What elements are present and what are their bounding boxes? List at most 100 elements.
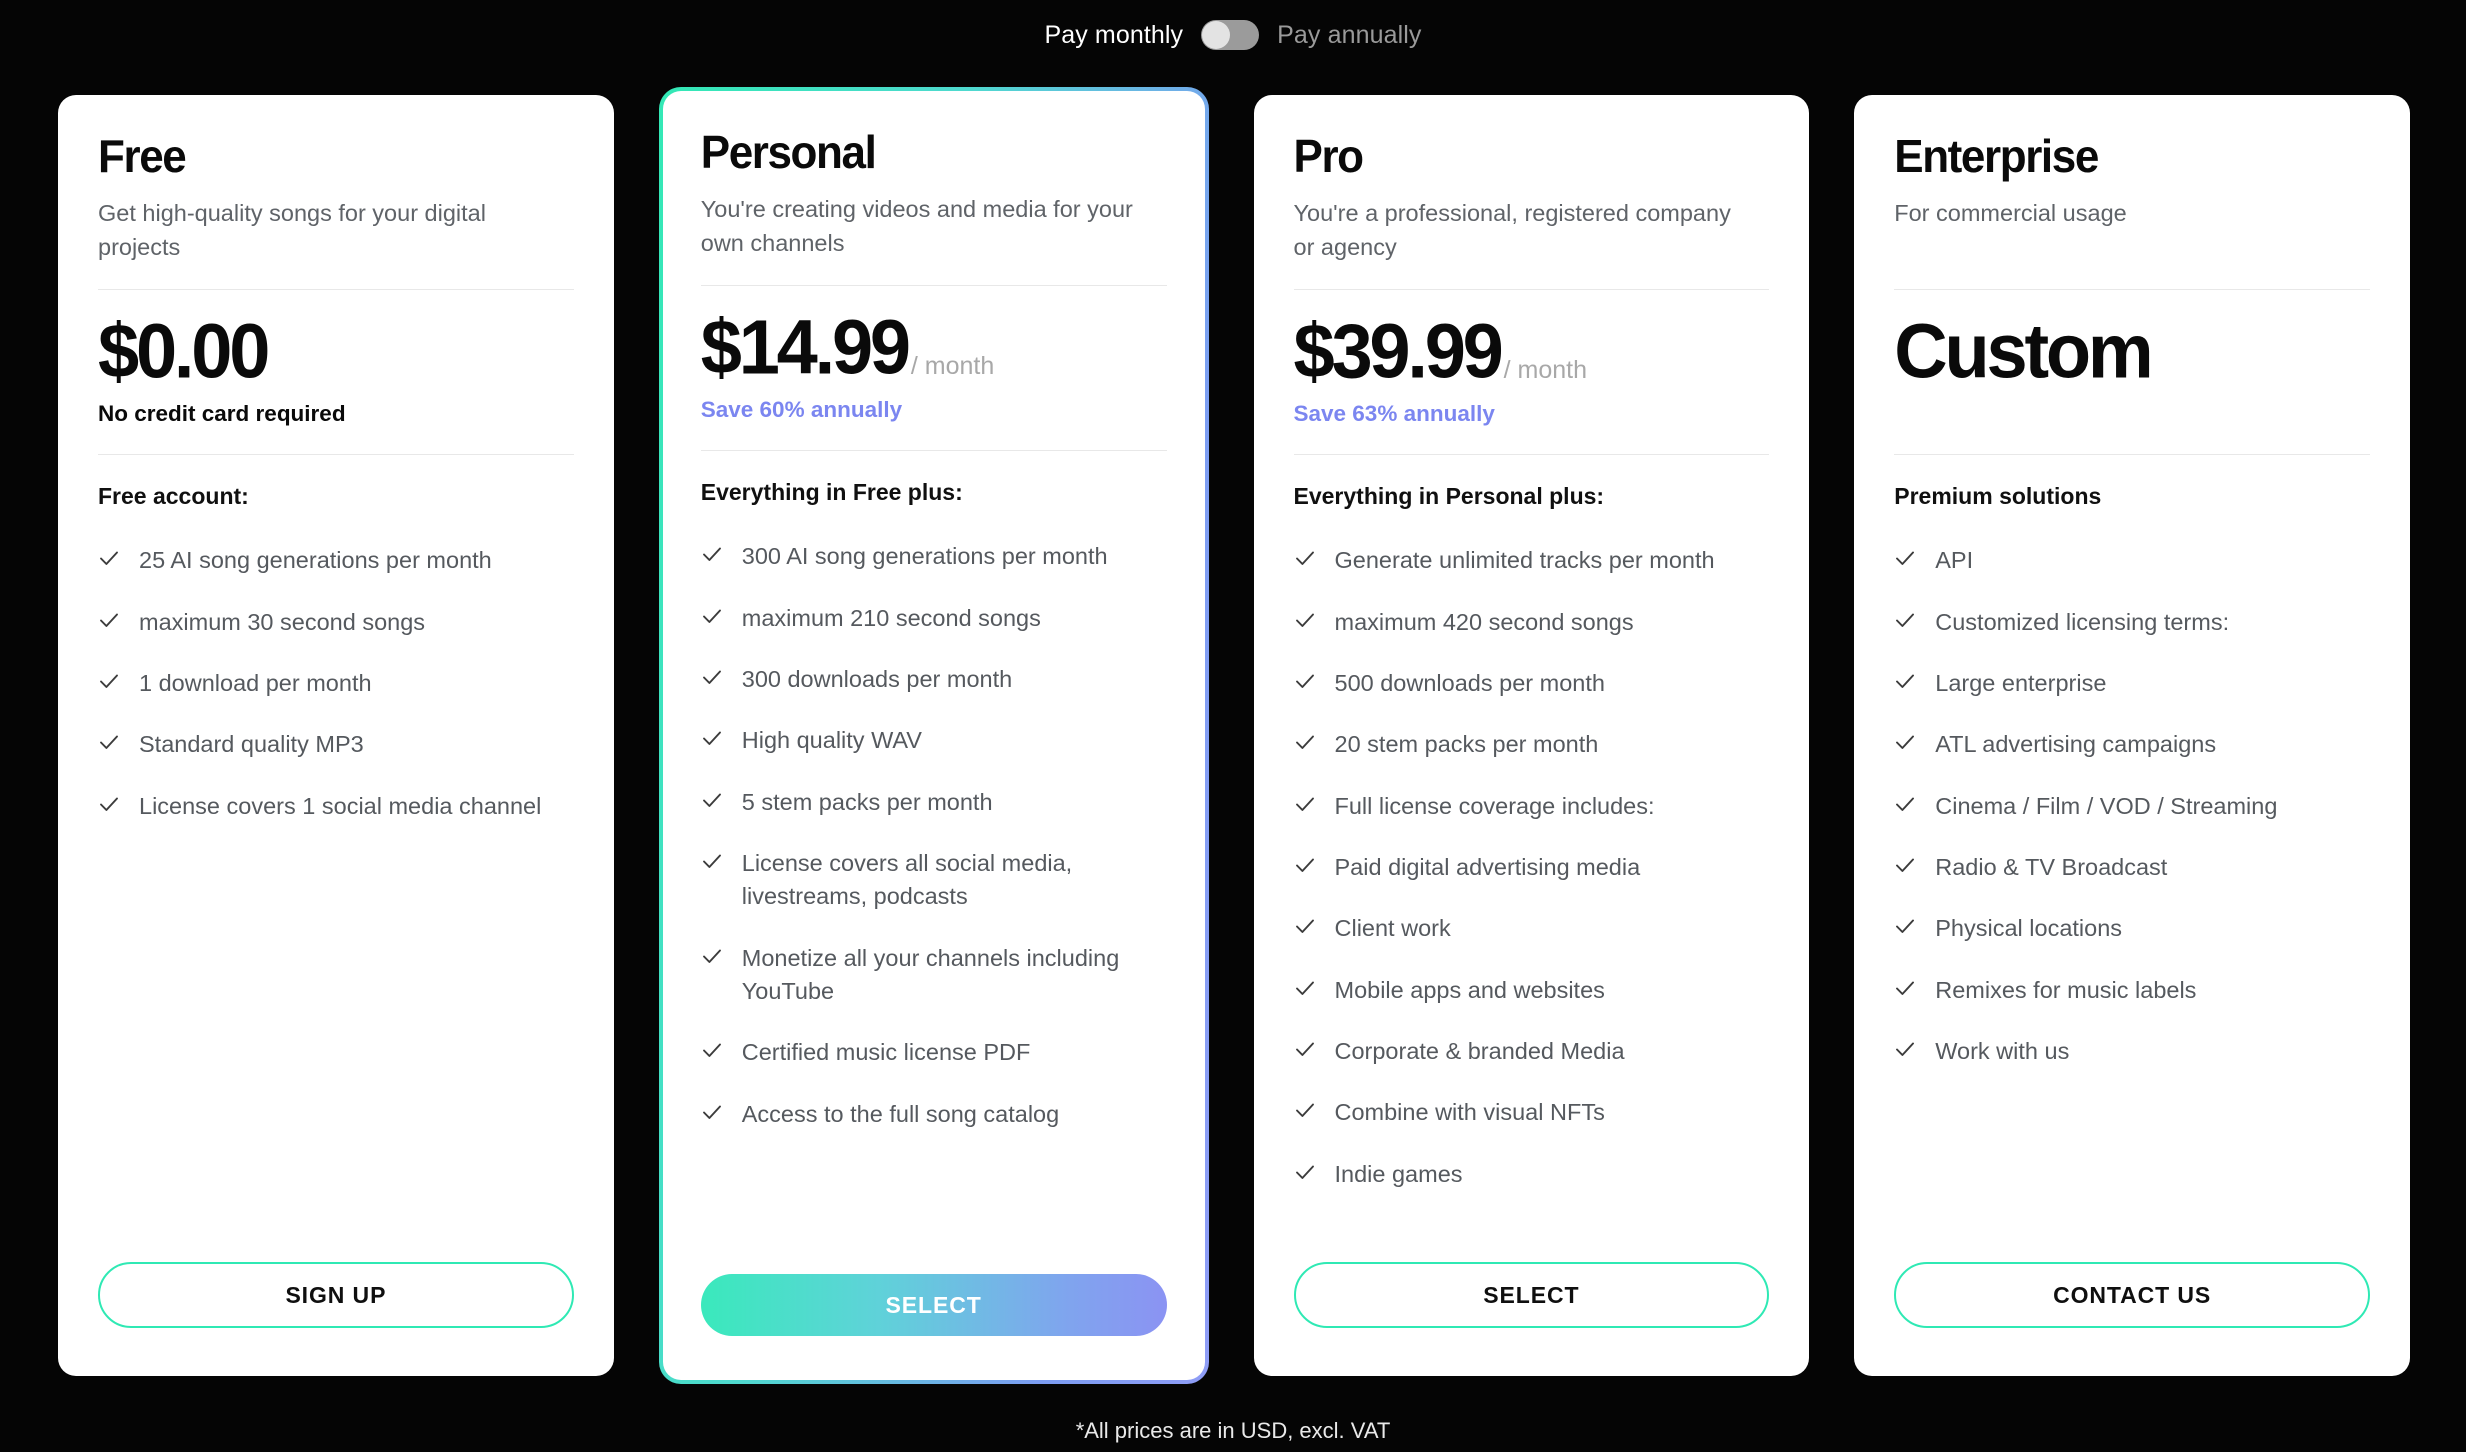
check-icon: [1294, 1038, 1316, 1064]
feature-label: ATL advertising campaigns: [1935, 731, 2217, 758]
pricing-card-pro: Pro You're a professional, registered com…: [1253, 95, 1810, 1376]
check-icon: [98, 547, 120, 573]
billing-annual-label[interactable]: Pay annually: [1277, 21, 1421, 50]
check-icon: [1294, 854, 1316, 880]
plan-title: Free: [98, 130, 187, 183]
cta-container: CONTACT US: [1894, 1262, 2370, 1328]
feature-label: Standard quality MP3: [139, 731, 364, 758]
feature-item: Standard quality MP3: [98, 728, 574, 761]
feature-label: Access to the full song catalog: [741, 1100, 1060, 1127]
price-note: No credit card required: [98, 401, 346, 427]
card-body: Free Get high-quality songs for your digi…: [58, 95, 614, 1376]
check-icon: [701, 945, 723, 971]
feature-item: 5 stem packs per month: [701, 786, 1167, 819]
feature-label: Full license coverage includes:: [1334, 792, 1655, 819]
prices-footnote: *All prices are in USD, excl. VAT: [1075, 1418, 1391, 1443]
check-icon: [701, 789, 723, 815]
feature-item: Indie games: [1294, 1158, 1770, 1191]
check-icon: [1294, 547, 1316, 573]
price-amount: $39.99: [1293, 308, 1504, 395]
features-list: Generate unlimited tracks per month maxim…: [1294, 544, 1770, 1191]
feature-label: maximum 30 second songs: [139, 608, 426, 635]
feature-item: Customized licensing terms:: [1894, 606, 2370, 639]
price-line: $14.99/ month: [701, 309, 1167, 386]
feature-item: Remixes for music labels: [1894, 974, 2370, 1007]
feature-item: Radio & TV Broadcast: [1894, 851, 2370, 884]
feature-label: Certified music license PDF: [741, 1039, 1031, 1066]
feature-label: Mobile apps and websites: [1334, 976, 1605, 1003]
feature-item: License covers 1 social media channel: [98, 790, 574, 823]
feature-label: maximum 420 second songs: [1334, 608, 1634, 635]
check-icon: [98, 670, 120, 696]
check-icon: [1894, 793, 1916, 819]
divider: [1894, 454, 2370, 456]
cta-button-free[interactable]: SIGN UP: [98, 1262, 574, 1328]
billing-monthly-label[interactable]: Pay monthly: [1044, 21, 1183, 50]
feature-item: maximum 30 second songs: [98, 606, 574, 639]
cta-container: SELECT: [1293, 1262, 1770, 1328]
check-icon: [1294, 1161, 1316, 1187]
feature-label: Radio & TV Broadcast: [1935, 853, 2168, 880]
feature-label: 20 stem packs per month: [1334, 731, 1599, 758]
feature-item: 300 downloads per month: [701, 663, 1167, 696]
features-heading: Everything in Free plus:: [700, 479, 963, 506]
features-list: 25 AI song generations per month maximum …: [98, 544, 574, 823]
price-block: Custom: [1894, 308, 2370, 427]
divider: [700, 285, 1167, 287]
feature-label: 500 downloads per month: [1334, 669, 1605, 696]
feature-label: Monetize all your channels including You…: [741, 944, 1120, 1005]
plan-tagline: You're a professional, registered compan…: [1293, 200, 1731, 260]
features-list: API Customized licensing terms: Large ente…: [1894, 544, 2370, 1068]
feature-item: Paid digital advertising media: [1294, 851, 1770, 884]
feature-item: Client work: [1294, 912, 1770, 945]
feature-item: Mobile apps and websites: [1294, 974, 1770, 1007]
feature-label: Large enterprise: [1935, 669, 2107, 696]
feature-item: Monetize all your channels including You…: [701, 942, 1167, 1009]
check-icon: [701, 850, 723, 876]
feature-item: High quality WAV: [701, 724, 1167, 757]
check-icon: [1894, 731, 1916, 757]
check-icon: [1894, 547, 1916, 573]
features-heading: Free account:: [98, 483, 249, 510]
price-period: / month: [910, 352, 995, 381]
feature-item: API: [1894, 544, 2370, 577]
feature-label: 5 stem packs per month: [741, 788, 993, 815]
card-body: Personal You're creating videos and media…: [662, 91, 1205, 1380]
feature-label: Client work: [1334, 915, 1451, 942]
price-block: $0.00 No credit card required: [98, 308, 574, 427]
plan-title: Pro: [1293, 130, 1365, 183]
cta-button-enterprise[interactable]: CONTACT US: [1894, 1262, 2370, 1328]
check-icon: [1294, 977, 1316, 1003]
check-icon: [98, 609, 120, 635]
billing-toggle-switch[interactable]: [1201, 20, 1260, 50]
feature-label: API: [1935, 547, 1974, 574]
check-icon: [98, 731, 120, 757]
check-icon: [701, 1101, 723, 1127]
billing-period-toggle-row: Pay monthly Pay annually: [0, 0, 2466, 70]
feature-item: License covers all social media, livestr…: [701, 847, 1167, 914]
pricing-card-personal: Personal You're creating videos and media…: [658, 87, 1209, 1384]
feature-item: 300 AI song generations per month: [701, 540, 1167, 573]
price-line: $0.00: [98, 308, 574, 395]
feature-label: License covers all social media, livestr…: [741, 849, 1073, 910]
feature-label: Physical locations: [1935, 915, 2123, 942]
price-amount: Custom: [1894, 308, 2153, 395]
plan-tagline: You're creating videos and media for you…: [700, 196, 1133, 256]
check-icon: [1294, 915, 1316, 941]
cta-button-pro[interactable]: SELECT: [1293, 1262, 1770, 1328]
check-icon: [701, 727, 723, 753]
check-icon: [1894, 915, 1916, 941]
feature-label: 300 AI song generations per month: [741, 543, 1108, 570]
cta-button-personal[interactable]: SELECT: [700, 1274, 1167, 1336]
feature-item: 25 AI song generations per month: [98, 544, 574, 577]
feature-item: Corporate & branded Media: [1294, 1035, 1770, 1068]
feature-item: Generate unlimited tracks per month: [1294, 544, 1770, 577]
card-body: Pro You're a professional, registered com…: [1253, 95, 1810, 1376]
annual-savings-note: Save 60% annually: [700, 397, 903, 423]
check-icon: [1894, 609, 1916, 635]
check-icon: [1294, 1099, 1316, 1125]
feature-label: Indie games: [1334, 1160, 1463, 1187]
toggle-knob-icon: [1202, 21, 1231, 49]
feature-label: Customized licensing terms:: [1935, 608, 2230, 635]
price-amount: $0.00: [98, 308, 270, 395]
